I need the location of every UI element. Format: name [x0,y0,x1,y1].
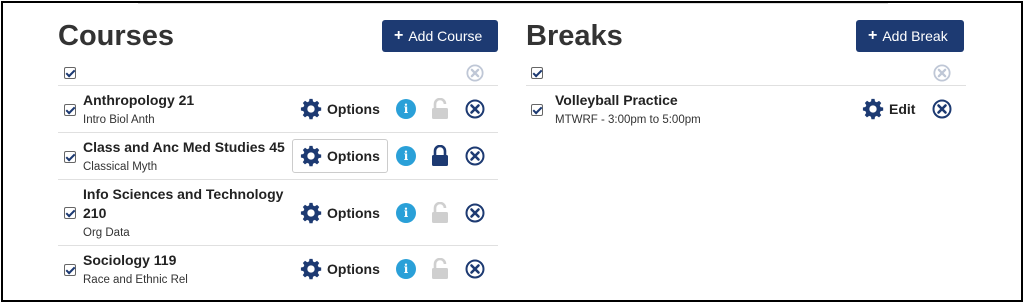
gear-icon [300,145,322,167]
options-label: Options [327,101,380,117]
breaks-panel: Breaks + Add Break Volleyball Practice M… [526,18,966,133]
course-subtitle: Intro Biol Anth [83,114,155,126]
break-checkbox[interactable] [531,104,543,116]
breaks-title: Breaks [526,20,623,52]
info-icon[interactable]: i [396,203,416,223]
unlocked-icon[interactable] [431,98,449,120]
course-checkbox[interactable] [64,264,76,276]
divider [138,3,888,4]
gear-icon [300,258,322,280]
remove-icon[interactable] [465,259,485,279]
course-checkbox[interactable] [64,104,76,116]
plus-icon: + [394,27,404,44]
edit-label: Edit [889,101,916,117]
add-break-button[interactable]: + Add Break [856,20,964,52]
course-checkbox[interactable] [64,207,76,219]
course-name: Class and Anc Med Studies 45 [83,139,285,155]
remove-icon[interactable] [465,203,485,223]
info-icon[interactable]: i [396,146,416,166]
unlocked-icon[interactable] [431,258,449,280]
courses-title: Courses [58,20,175,52]
info-icon[interactable]: i [396,99,416,119]
remove-all-icon[interactable] [466,64,484,82]
options-button[interactable]: Options [293,196,387,230]
options-button[interactable]: Options [292,139,388,173]
add-course-label: Add Course [408,28,483,44]
plus-icon: + [868,27,878,44]
unlocked-icon[interactable] [431,202,449,224]
add-break-label: Add Break [882,28,948,44]
break-name: Volleyball Practice [555,92,678,108]
course-subtitle: Race and Ethnic Rel [83,274,188,286]
options-label: Options [327,261,380,277]
gear-icon [862,98,884,120]
course-name: Sociology 119 [83,252,177,268]
add-course-button[interactable]: + Add Course [382,20,498,52]
remove-icon[interactable] [932,99,952,119]
select-all-checkbox[interactable] [64,67,76,79]
course-checkbox[interactable] [64,151,76,163]
breaks-header: Breaks + Add Break [526,18,966,60]
select-all-row [58,60,498,86]
break-time: MTWRF - 3:00pm to 5:00pm [555,114,701,126]
break-row: Volleyball Practice MTWRF - 3:00pm to 5:… [526,86,966,133]
remove-icon[interactable] [465,146,485,166]
options-button[interactable]: Options [293,252,387,286]
course-name-line2: 210 [83,205,107,221]
remove-all-icon[interactable] [933,64,951,82]
options-label: Options [327,148,380,164]
select-all-checkbox[interactable] [531,67,543,79]
course-row: Anthropology 21 Intro Biol Anth Options … [58,86,498,133]
edit-button[interactable]: Edit [855,92,922,126]
info-icon[interactable]: i [396,259,416,279]
course-name-line1: Info Sciences and Technology [83,186,284,202]
options-button[interactable]: Options [293,92,387,126]
select-all-row [526,60,966,86]
options-label: Options [327,205,380,221]
course-row: Class and Anc Med Studies 45 Classical M… [58,133,498,180]
locked-icon[interactable] [431,145,449,167]
course-name: Anthropology 21 [83,92,195,108]
courses-panel: Courses + Add Course Anthropology 21 Int… [58,18,498,293]
courses-header: Courses + Add Course [58,18,498,60]
course-row: Sociology 119 Race and Ethnic Rel Option… [58,246,498,293]
course-row: Info Sciences and Technology 210 Org Dat… [58,180,498,246]
course-subtitle: Classical Myth [83,161,158,173]
gear-icon [300,98,322,120]
remove-icon[interactable] [465,99,485,119]
course-subtitle: Org Data [83,227,130,239]
gear-icon [300,202,322,224]
